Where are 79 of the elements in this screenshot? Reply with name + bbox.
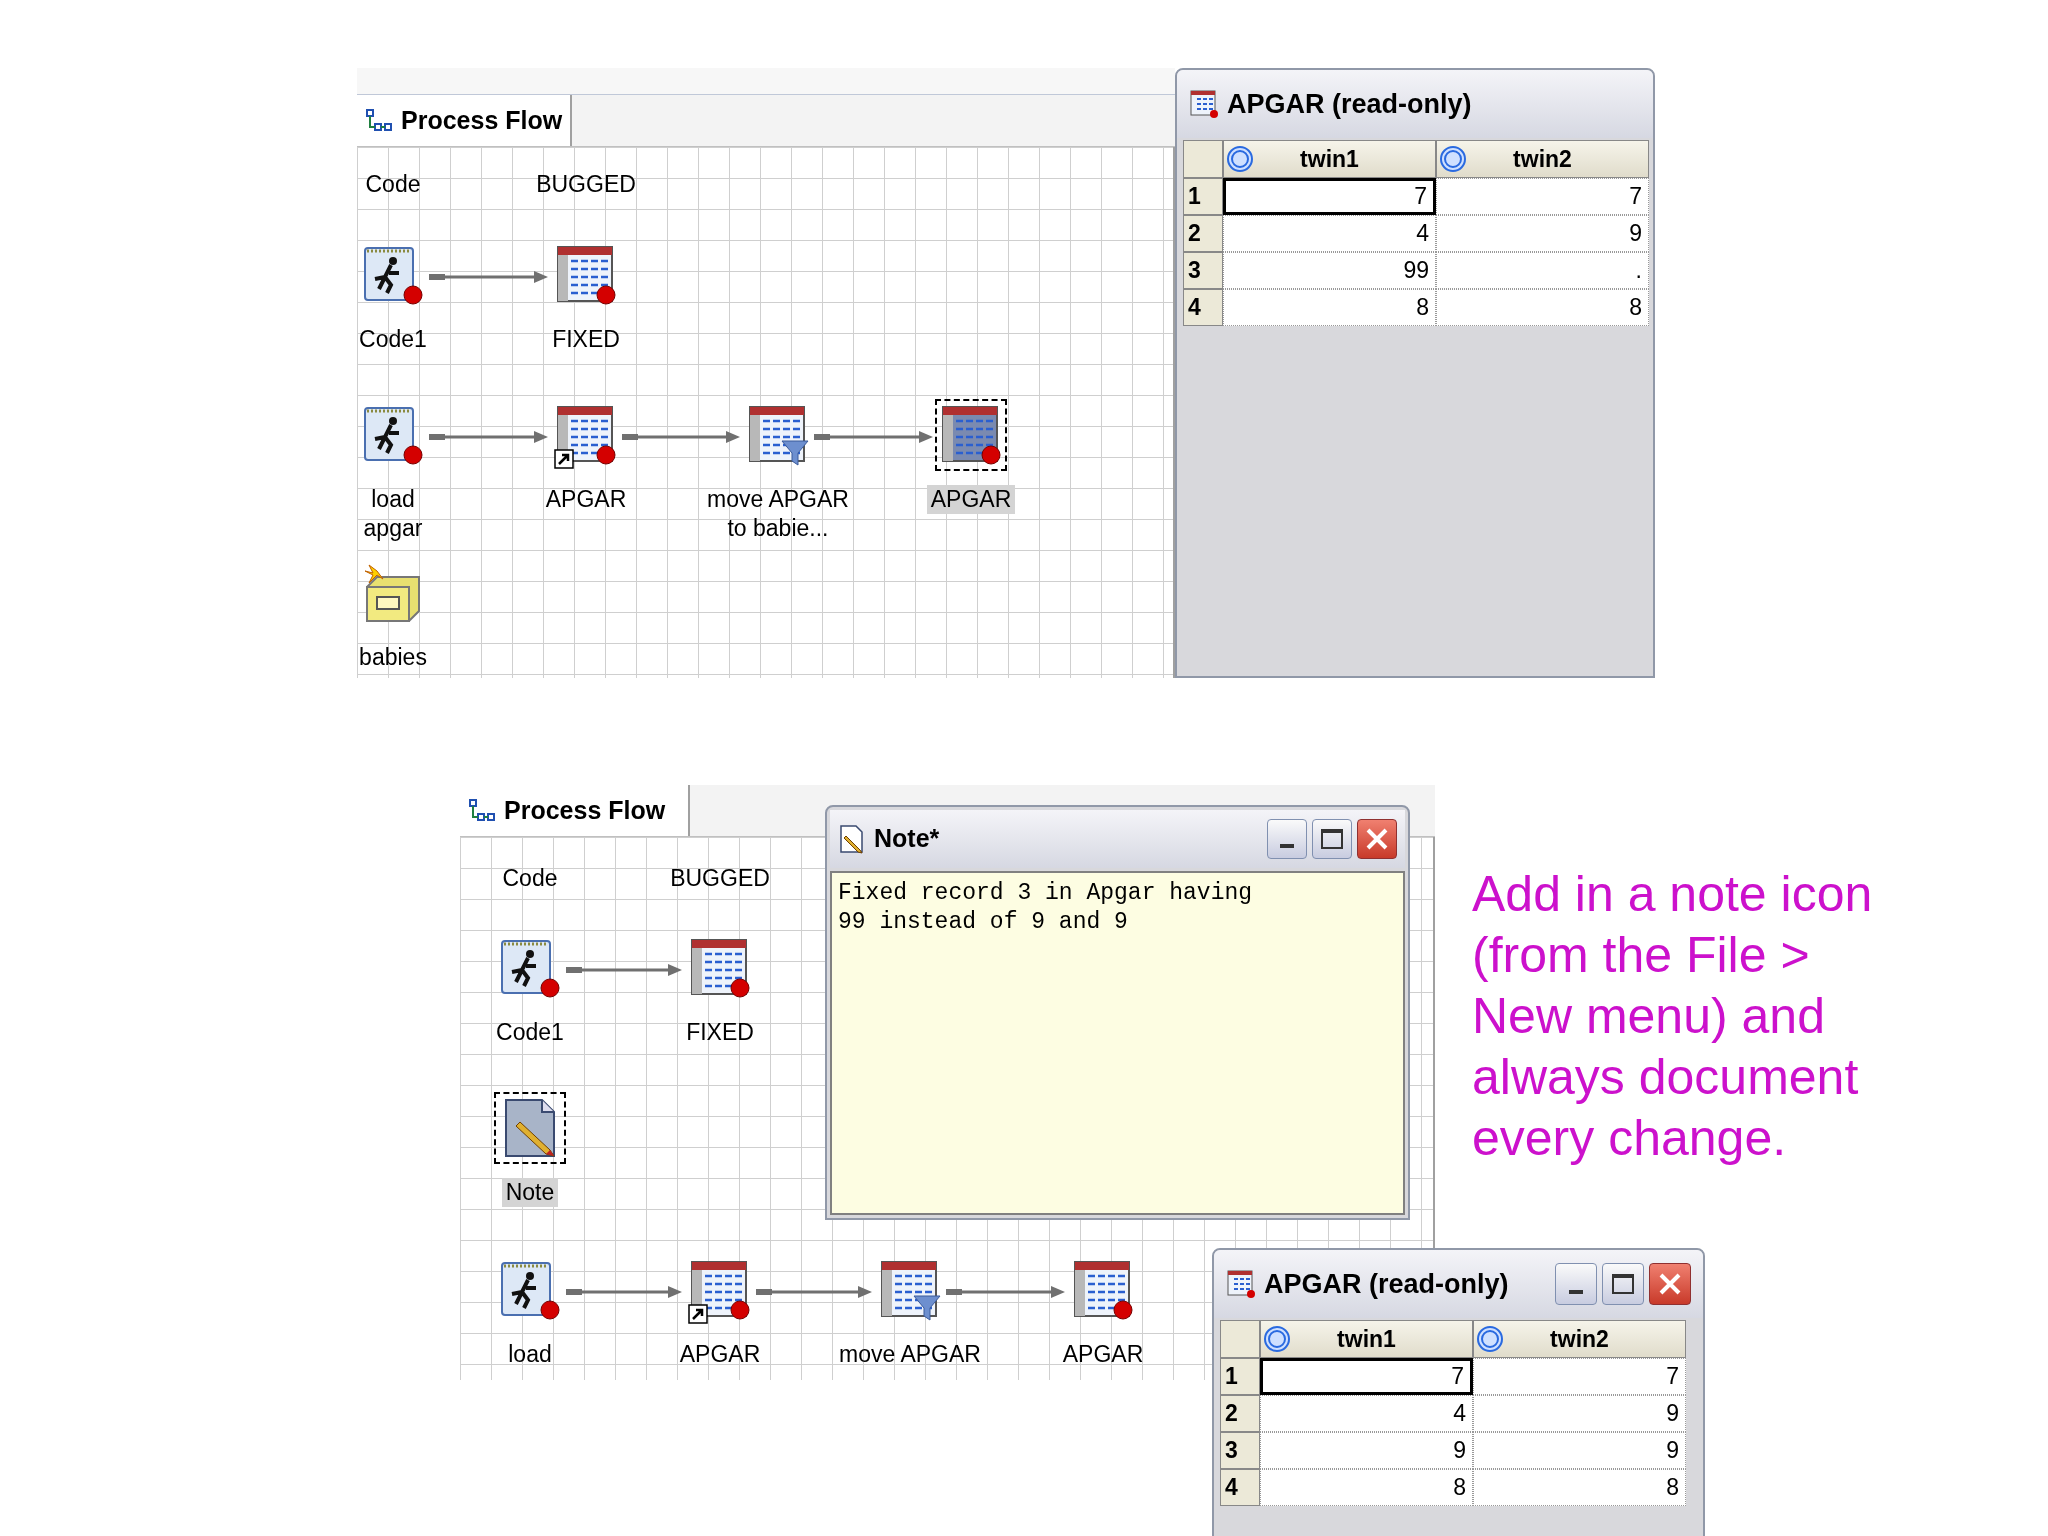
maximize-button[interactable]: [1312, 819, 1352, 859]
node-label: Note: [501, 1178, 559, 1207]
maximize-button[interactable]: [1602, 1263, 1644, 1305]
numeric-column-icon: [1476, 1325, 1504, 1353]
row-number: 1: [1183, 178, 1223, 215]
node-label: Code1: [495, 1018, 565, 1047]
row-number: 3: [1220, 1432, 1260, 1469]
table-icon[interactable]: [1071, 1258, 1135, 1322]
column-header[interactable]: twin1: [1260, 1320, 1473, 1358]
node-label: Code1: [358, 325, 428, 354]
table-icon: [1189, 89, 1219, 119]
window-title: Note*: [874, 823, 940, 855]
flow-text-label: BUGGED: [536, 170, 636, 199]
numeric-column-icon: [1226, 145, 1254, 173]
table-cell[interactable]: 8: [1436, 289, 1649, 326]
table-cell[interactable]: 7: [1436, 178, 1649, 215]
node-label: FIXED: [551, 325, 621, 354]
flow-text-label: Code: [502, 864, 558, 893]
flow-diagram-icon: [468, 797, 496, 824]
flow-diagram-icon: [365, 107, 393, 134]
filter-table-icon[interactable]: [746, 403, 810, 467]
row-number: 4: [1220, 1469, 1260, 1506]
corner-header: [1220, 1320, 1260, 1358]
row-number: 3: [1183, 252, 1223, 289]
node-label: load: [507, 1340, 553, 1369]
table-cell[interactable]: 8: [1473, 1469, 1686, 1506]
window-title: APGAR (read-only): [1264, 1267, 1509, 1301]
node-label: APGAR: [544, 485, 628, 514]
window-title: APGAR (read-only): [1227, 87, 1472, 121]
table-cell[interactable]: 99: [1223, 252, 1436, 289]
table-cell[interactable]: 9: [1473, 1395, 1686, 1432]
flow-text-label: Code: [365, 170, 421, 199]
node-label: babies: [358, 643, 428, 672]
instruction-text: Add in a note icon (from the File > New menu) and always document every change.: [1472, 865, 1874, 1168]
table-icon[interactable]: [554, 403, 618, 467]
table-cell[interactable]: 8: [1260, 1469, 1473, 1506]
row-number: 4: [1183, 289, 1223, 326]
table-cell[interactable]: 4: [1260, 1395, 1473, 1432]
table-cell[interactable]: 9: [1260, 1432, 1473, 1469]
numeric-column-icon: [1263, 1325, 1291, 1353]
table-cell[interactable]: 7: [1473, 1358, 1686, 1395]
table-cell[interactable]: 4: [1223, 215, 1436, 252]
close-icon: [1658, 1272, 1682, 1296]
table-cell[interactable]: 7: [1223, 178, 1436, 215]
node-label: move APGAR: [838, 1340, 982, 1369]
node-label: FIXED: [685, 1018, 755, 1047]
table-icon: [1226, 1269, 1256, 1299]
process-flow-tab[interactable]: Process Flow: [460, 785, 690, 836]
table-icon[interactable]: [688, 1258, 752, 1322]
numeric-column-icon: [1439, 145, 1467, 173]
row-number: 1: [1220, 1358, 1260, 1395]
column-header[interactable]: twin1: [1223, 140, 1436, 178]
minimize-button[interactable]: [1555, 1263, 1597, 1305]
node-label: APGAR: [678, 1340, 762, 1369]
close-button[interactable]: [1649, 1263, 1691, 1305]
node-label: load apgar: [362, 485, 424, 543]
minimize-button[interactable]: [1267, 819, 1307, 859]
table-cell[interactable]: 7: [1260, 1358, 1473, 1395]
corner-header: [1183, 140, 1223, 178]
column-header[interactable]: twin2: [1436, 140, 1649, 178]
close-icon: [1365, 827, 1389, 851]
node-label: APGAR: [1061, 1340, 1145, 1369]
table-icon[interactable]: [688, 936, 752, 1000]
process-flow-tab[interactable]: Process Flow: [357, 95, 573, 146]
column-header[interactable]: twin2: [1473, 1320, 1686, 1358]
filter-table-icon[interactable]: [878, 1258, 942, 1322]
note-text-area[interactable]: Fixed record 3 in Apgar having 99 instead of 9 and 9: [830, 871, 1405, 1215]
node-label: APGAR: [926, 485, 1016, 514]
note-pencil-icon: [838, 824, 866, 854]
table-icon[interactable]: [554, 243, 618, 307]
close-button[interactable]: [1357, 819, 1397, 859]
table-cell[interactable]: 8: [1223, 289, 1436, 326]
flow-text-label: BUGGED: [670, 864, 770, 893]
table-cell[interactable]: 9: [1436, 215, 1649, 252]
row-number: 2: [1220, 1395, 1260, 1432]
table-cell[interactable]: 9: [1473, 1432, 1686, 1469]
row-number: 2: [1183, 215, 1223, 252]
table-cell[interactable]: .: [1436, 252, 1649, 289]
node-label: move APGAR to babie...: [706, 485, 850, 543]
